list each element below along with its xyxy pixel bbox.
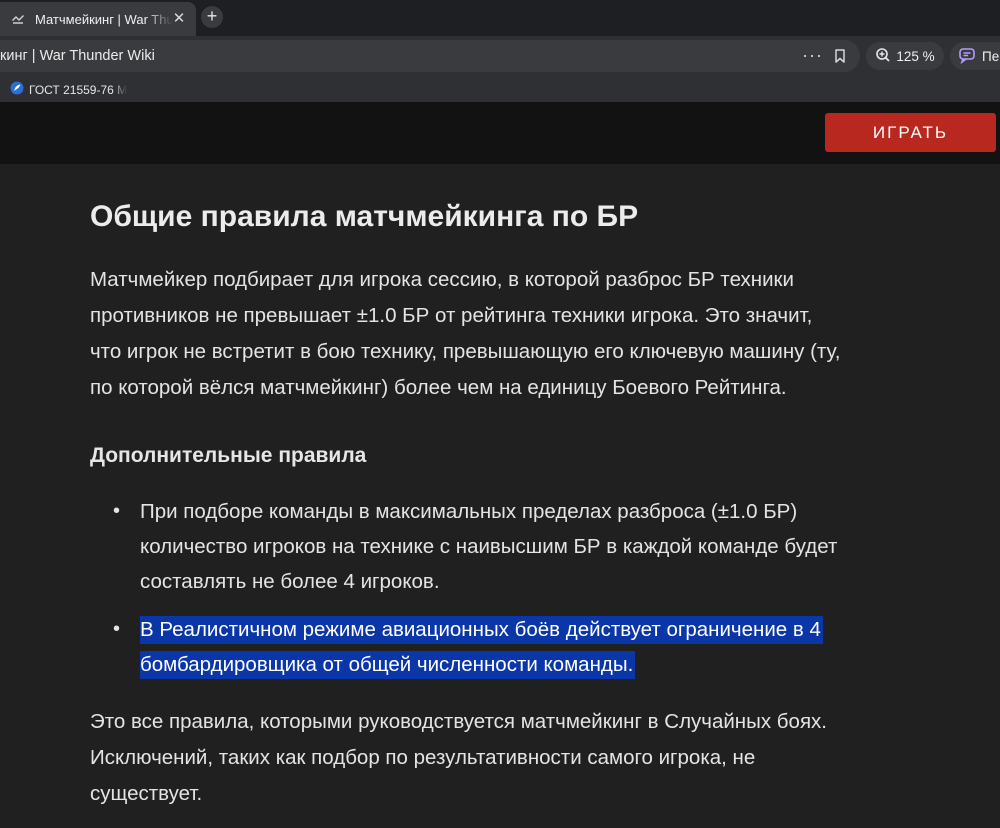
intro-line: что игрок не встретит в бою технику, пре… [90,340,841,363]
intro-line: Матчмейкер подбирает для игрока сессию, … [90,268,794,291]
intro-line: по которой вёлся матчмейкинг) более чем … [90,376,787,399]
bookmarks-bar: ГОСТ 21559-76 М [0,76,1000,102]
outro-paragraph: Это все правила, которыми руководствуетс… [90,704,827,812]
close-tab-icon[interactable]: ✕ [170,10,188,28]
outro-line: Это все правила, которыми руководствуетс… [90,710,827,733]
browser-tab-active[interactable]: Матчмейкинг | War Thunder Wiki ✕ [0,2,196,36]
bookmark-icon[interactable] [832,48,848,64]
address-bar: кинг | War Thunder Wiki ··· 125 % Пе [0,36,1000,76]
outro-line: Исключений, таких как подбор по результа… [90,746,756,769]
rule-line: При подборе команды в максимальных преде… [140,500,798,523]
chat-icon [958,46,976,67]
intro-paragraph: Матчмейкер подбирает для игрока сессию, … [90,262,840,406]
zoom-level: 125 % [896,48,935,64]
selected-text[interactable]: В Реалистичном режиме авиационных боёв д… [140,616,823,644]
tab-title: Матчмейкинг | War Thunder Wiki [35,11,173,27]
play-button[interactable]: ИГРАТЬ [825,113,996,152]
ai-assistant-button[interactable]: Пе [950,42,1000,70]
rule-line: количество игроков на технике с наивысши… [140,535,838,558]
bookmark-item[interactable]: ГОСТ 21559-76 М [10,81,127,98]
rule-line: составлять не более 4 игроков. [140,570,440,593]
bullet: • [113,618,121,640]
zoom-in-icon [875,47,891,66]
war-thunder-icon [10,11,26,27]
list-item-selected: • В Реалистичном режиме авиационных боёв… [113,612,823,682]
url-text: кинг | War Thunder Wiki [0,48,155,64]
ai-button-label: Пе [982,48,1000,64]
selected-text[interactable]: бомбардировщика от общей численности ком… [140,651,636,679]
list-item: • При подборе команды в максимальных пре… [113,494,838,599]
subsection-heading: Дополнительные правила [90,444,367,467]
tab-strip: Матчмейкинг | War Thunder Wiki ✕ + [0,0,1000,36]
rule-line: В Реалистичном режиме авиационных боёв д… [140,612,823,647]
site-header: ИГРАТЬ [0,102,1000,164]
url-field[interactable]: кинг | War Thunder Wiki ··· [0,40,860,72]
new-tab-button[interactable]: + [201,6,223,28]
bookmark-label: ГОСТ 21559-76 М [29,82,128,97]
more-options-icon[interactable]: ··· [802,45,823,66]
bullet: • [113,500,121,522]
rule-line: бомбардировщика от общей численности ком… [140,647,823,682]
intro-line: противников не превышает ±1.0 БР от рейт… [90,304,813,327]
feather-icon [10,81,24,98]
outro-line: существует. [90,782,203,805]
section-heading: Общие правила матчмейкинга по БР [90,200,639,233]
zoom-button[interactable]: 125 % [866,42,944,70]
